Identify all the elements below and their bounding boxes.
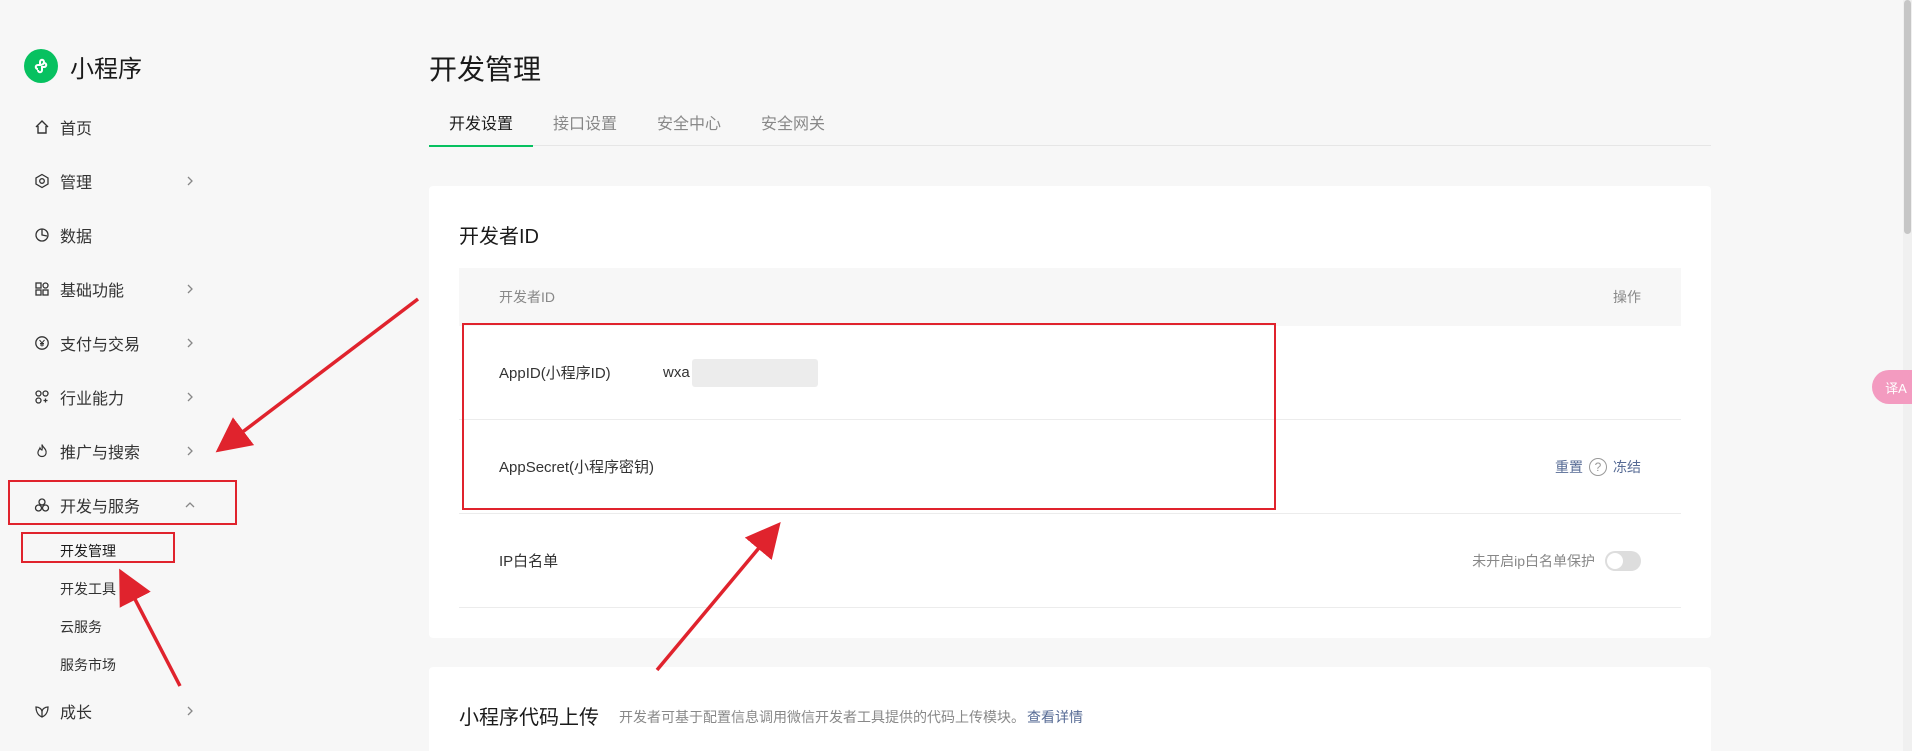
page: 小程序 首页 管理 数据 基础功能 支付与交易 行业能力 推广与搜索 开发与服务… bbox=[0, 0, 1912, 751]
sidebar-subitem-cloud-service[interactable]: 云服务 bbox=[0, 608, 240, 646]
grid-icon bbox=[34, 281, 50, 297]
annotation-box-dev-services bbox=[8, 480, 237, 525]
card-title: 开发者ID bbox=[459, 226, 539, 248]
translate-float-button[interactable]: 译A bbox=[1872, 370, 1912, 404]
sidebar-item-label: 成长 bbox=[60, 705, 93, 722]
tab-security-center[interactable]: 安全中心 bbox=[637, 110, 741, 146]
sidebar-item-promotion[interactable]: 推广与搜索 bbox=[0, 424, 240, 478]
tab-bar: 开发设置 接口设置 安全中心 安全网关 bbox=[429, 110, 1711, 147]
code-upload-card: 小程序代码上传 开发者可基于配置信息调用微信开发者工具提供的代码上传模块。 查看详… bbox=[429, 667, 1711, 751]
sidebar-item-growth[interactable]: 成长 bbox=[0, 684, 240, 738]
sidebar-item-label: 管理 bbox=[60, 175, 93, 192]
sidebar-subitem-service-market[interactable]: 服务市场 bbox=[0, 646, 240, 684]
view-details-link[interactable]: 查看详情 bbox=[1027, 709, 1083, 725]
freeze-secret-link[interactable]: 冻结 bbox=[1613, 457, 1641, 477]
card-description: 开发者可基于配置信息调用微信开发者工具提供的代码上传模块。 查看详情 bbox=[619, 707, 1083, 727]
sidebar-item-data[interactable]: 数据 bbox=[0, 208, 240, 262]
ip-whitelist-toggle[interactable] bbox=[1605, 550, 1641, 571]
mini-program-logo-icon bbox=[24, 49, 58, 83]
chevron-right-icon bbox=[187, 392, 193, 402]
sidebar: 小程序 首页 管理 数据 基础功能 支付与交易 行业能力 推广与搜索 开发与服务… bbox=[0, 0, 240, 751]
page-title: 开发管理 bbox=[429, 54, 542, 85]
industry-icon bbox=[34, 389, 50, 405]
card-description-text: 开发者可基于配置信息调用微信开发者工具提供的代码上传模块。 bbox=[619, 709, 1025, 725]
ip-whitelist-status: 未开启ip白名单保护 bbox=[1472, 552, 1595, 569]
app-logo[interactable]: 小程序 bbox=[24, 48, 142, 84]
sidebar-item-manage[interactable]: 管理 bbox=[0, 154, 240, 208]
chevron-right-icon bbox=[187, 446, 193, 456]
sidebar-item-industry[interactable]: 行业能力 bbox=[0, 370, 240, 424]
help-icon[interactable]: ? bbox=[1589, 457, 1607, 476]
chevron-right-icon bbox=[187, 338, 193, 348]
flame-icon bbox=[34, 443, 50, 459]
sidebar-item-payment[interactable]: 支付与交易 bbox=[0, 316, 240, 370]
app-name: 小程序 bbox=[70, 55, 142, 83]
column-header-actions: 操作 bbox=[1613, 289, 1641, 305]
annotation-box-dev-management bbox=[21, 532, 175, 563]
sidebar-item-label: 基础功能 bbox=[60, 283, 125, 300]
tab-security-gateway[interactable]: 安全网关 bbox=[741, 110, 845, 146]
tab-api-settings[interactable]: 接口设置 bbox=[533, 110, 637, 146]
scrollbar-thumb[interactable] bbox=[1904, 0, 1911, 234]
chevron-right-icon bbox=[187, 176, 193, 186]
manage-icon bbox=[34, 173, 50, 189]
chevron-right-icon bbox=[187, 706, 193, 716]
sidebar-item-label: 数据 bbox=[60, 229, 93, 246]
home-icon bbox=[34, 119, 50, 135]
table-header: 开发者ID 操作 bbox=[459, 268, 1681, 326]
sidebar-nav: 首页 管理 数据 基础功能 支付与交易 行业能力 推广与搜索 开发与服务 开发管… bbox=[0, 100, 240, 738]
sidebar-item-label: 推广与搜索 bbox=[60, 445, 141, 462]
sidebar-item-label: 行业能力 bbox=[60, 391, 125, 408]
column-header-developer-id: 开发者ID bbox=[499, 289, 555, 305]
chart-icon bbox=[34, 227, 50, 243]
growth-icon bbox=[34, 703, 50, 719]
sidebar-item-label: 首页 bbox=[60, 121, 93, 138]
tab-dev-settings[interactable]: 开发设置 bbox=[429, 110, 534, 147]
table-row-ip-whitelist: IP白名单 未开启ip白名单保护 bbox=[459, 514, 1681, 608]
ip-whitelist-actions: 未开启ip白名单保护 bbox=[1472, 550, 1641, 571]
sidebar-item-home[interactable]: 首页 bbox=[0, 100, 240, 154]
arrow-to-dev-services bbox=[215, 297, 420, 453]
reset-secret-link[interactable]: 重置 bbox=[1555, 457, 1583, 477]
sidebar-subitem-dev-tools[interactable]: 开发工具 bbox=[0, 570, 240, 608]
appsecret-actions: 重置 ? 冻结 bbox=[1555, 457, 1641, 477]
card-title: 小程序代码上传 bbox=[459, 707, 599, 729]
sidebar-item-basic-features[interactable]: 基础功能 bbox=[0, 262, 240, 316]
yen-icon bbox=[34, 335, 50, 351]
sidebar-item-label: 支付与交易 bbox=[60, 337, 141, 354]
annotation-box-credentials bbox=[462, 323, 1276, 510]
chevron-right-icon bbox=[187, 284, 193, 294]
ip-whitelist-label: IP白名单 bbox=[499, 553, 559, 570]
